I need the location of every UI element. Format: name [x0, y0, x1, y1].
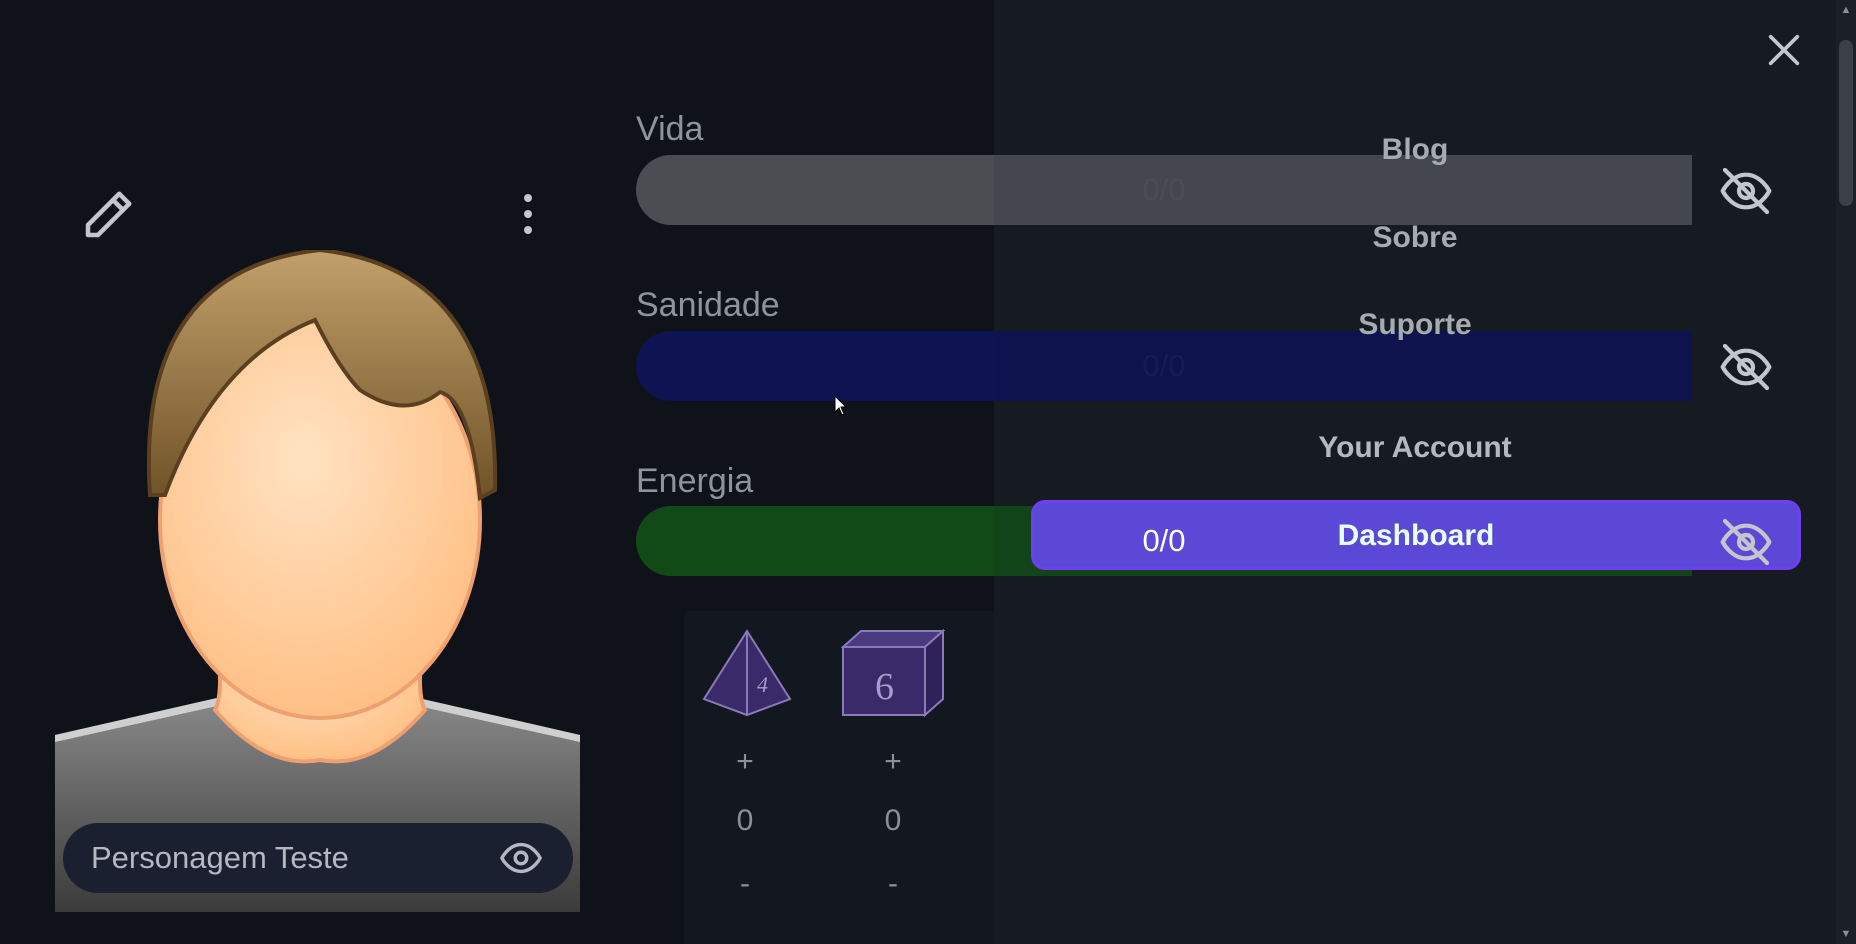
mouse-cursor-icon	[834, 395, 848, 416]
d6-die-icon[interactable]: 6	[841, 629, 945, 717]
d4-die-icon[interactable]: 4	[702, 629, 792, 717]
nav-link-blog[interactable]: Blog	[1030, 133, 1800, 167]
stat-label-vida: Vida	[636, 110, 704, 148]
scroll-up-arrow-icon[interactable]: ▲	[1840, 4, 1852, 16]
energia-value-overlay: 0/0	[636, 506, 1692, 576]
eye-off-icon[interactable]	[1718, 339, 1774, 395]
d6-face-label: 6	[875, 666, 894, 708]
scroll-down-arrow-icon[interactable]: ▼	[1840, 928, 1852, 940]
stat-label-sanidade: Sanidade	[636, 286, 780, 324]
eye-off-icon[interactable]	[1718, 163, 1774, 219]
close-icon[interactable]	[1764, 30, 1804, 70]
d4-minus-button[interactable]: -	[715, 867, 775, 901]
energia-value: 0/0	[1142, 523, 1186, 558]
dice-panel: 4 + 0 - 6 + 0 -	[684, 611, 994, 944]
d6-plus-button[interactable]: +	[863, 745, 923, 779]
d4-count: 0	[736, 804, 754, 837]
nav-link-suporte[interactable]: Suporte	[1030, 308, 1800, 342]
d4-face-label: 4	[757, 672, 768, 697]
stat-label-energia: Energia	[636, 462, 754, 500]
character-sheet: Personagem Teste Vida 0/0 Sanidade 0/0 E…	[0, 0, 1692, 944]
pencil-icon[interactable]	[78, 185, 138, 245]
character-name: Personagem Teste	[91, 840, 349, 875]
d4-plus-button[interactable]: +	[715, 745, 775, 779]
nav-account-heading: Your Account	[1318, 431, 1512, 464]
kebab-icon[interactable]	[510, 190, 546, 238]
nav-link-sobre[interactable]: Sobre	[1030, 221, 1800, 255]
eye-off-icon[interactable]	[1718, 514, 1774, 570]
scrollbar[interactable]: ▲ ▼	[1836, 0, 1856, 944]
character-name-field[interactable]: Personagem Teste	[63, 823, 573, 893]
eye-icon[interactable]	[495, 835, 547, 881]
character-portrait	[55, 250, 580, 912]
d6-count: 0	[884, 804, 902, 837]
scroll-thumb[interactable]	[1839, 40, 1853, 206]
d6-minus-button[interactable]: -	[863, 867, 923, 901]
